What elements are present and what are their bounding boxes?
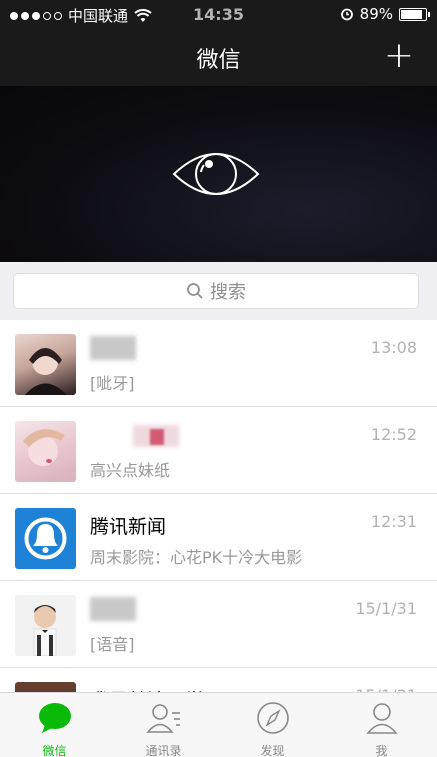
chat-row[interactable]: 12:52 高兴点妹纸 [0, 407, 437, 494]
chat-preview: [呲牙] [90, 374, 135, 393]
chat-preview: [语音] [90, 635, 135, 654]
tab-chats[interactable]: 微信 [0, 693, 109, 757]
chat-name: 腾讯新闻 [90, 516, 167, 538]
chat-preview: 高兴点妹纸 [90, 461, 171, 480]
status-bar: 中国联通 14:35 89% [0, 0, 437, 28]
chat-row[interactable]: 腾讯新闻 12:31 周末影院：心花PK十冷大电影 [0, 494, 437, 581]
tab-bar: 微信 通讯录 发现 我 [0, 692, 437, 757]
avatar [15, 595, 76, 656]
status-right: 89% [340, 5, 430, 23]
alarm-icon [340, 8, 353, 21]
blurred-name-mark [150, 429, 164, 445]
search-area: 搜索 [0, 262, 437, 320]
tab-label: 通讯录 [145, 744, 182, 757]
avatar [15, 334, 76, 395]
tab-label: 发现 [260, 744, 285, 757]
search-icon [187, 283, 203, 299]
chat-bubble-icon [39, 703, 71, 733]
tab-discover[interactable]: 发现 [218, 693, 327, 757]
add-button[interactable]: + [381, 36, 417, 76]
tab-contacts[interactable]: 通讯录 [109, 693, 218, 757]
blurred-name [90, 336, 136, 360]
tab-me[interactable]: 我 [327, 693, 436, 757]
chat-time: 12:31 [370, 512, 417, 531]
battery-percent: 89% [359, 5, 393, 23]
contacts-icon [146, 704, 180, 733]
search-placeholder: 搜索 [210, 282, 246, 303]
nav-bar: 微信 + [0, 28, 437, 86]
tab-label: 微信 [42, 744, 67, 757]
avatar [15, 421, 76, 482]
compass-icon [257, 702, 289, 734]
chat-time: 13:08 [370, 338, 417, 357]
chat-list: 13:08 [呲牙] 12:52 高兴点妹纸 腾讯新闻 12:31 周末影院：心… [0, 320, 437, 755]
chat-time: 15/1/31 [355, 599, 417, 618]
eye-icon [172, 153, 260, 195]
tencent-news-icon [15, 508, 76, 569]
blurred-name [90, 597, 136, 621]
person-icon [366, 703, 398, 734]
chat-row[interactable]: 15/1/31 [语音] [0, 581, 437, 668]
chat-row[interactable]: 13:08 [呲牙] [0, 320, 437, 407]
chat-preview: 周末影院：心花PK十冷大电影 [90, 548, 303, 567]
page-title: 微信 [196, 48, 241, 73]
sight-video-banner[interactable] [0, 86, 437, 262]
battery-icon [399, 7, 430, 21]
search-input[interactable]: 搜索 [13, 273, 419, 309]
tab-label: 我 [375, 744, 388, 757]
chat-time: 12:52 [370, 425, 417, 444]
